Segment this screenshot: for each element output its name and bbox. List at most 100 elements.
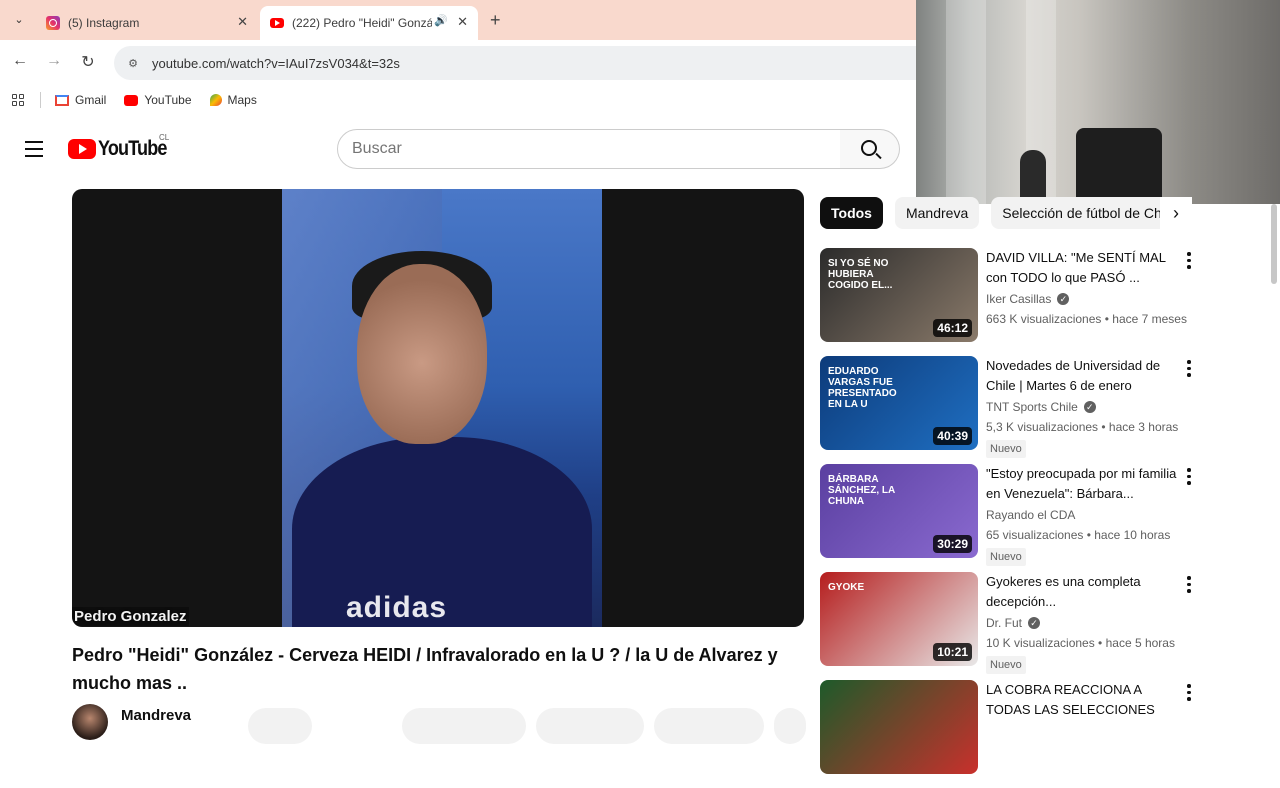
browser-toolbar: ← → ↻ ⚙ youtube.com/watch?v=IAuI7zsV034&… xyxy=(0,40,916,84)
reload-icon[interactable]: ↻ xyxy=(78,52,98,72)
video-title: Pedro "Heidi" González - Cerveza HEIDI /… xyxy=(72,645,778,693)
tab-instagram[interactable]: (5) Instagram ✕ xyxy=(36,6,258,40)
search-input[interactable]: Buscar xyxy=(337,129,841,169)
bookmark-gmail[interactable]: Gmail xyxy=(55,93,106,107)
channel-row: Mandreva xyxy=(72,704,812,744)
more-options-icon[interactable] xyxy=(1186,468,1192,485)
more-options-icon[interactable] xyxy=(1186,576,1192,593)
more-actions-button[interactable] xyxy=(774,708,806,744)
more-options-icon[interactable] xyxy=(1186,684,1192,701)
site-settings-icon[interactable]: ⚙ xyxy=(118,57,148,70)
menu-icon[interactable] xyxy=(25,141,43,162)
recommendations-list: SI YO SÉ NO HUBIERA COGIDO EL... 46:12 DAV… xyxy=(820,248,1210,788)
tab-search-button[interactable]: ⌄ xyxy=(8,8,30,30)
recommendation-title[interactable]: Novedades de Universidad de Chile | Mart… xyxy=(986,356,1182,396)
tab-youtube-video[interactable]: (222) Pedro "Heidi" Gonzále 🔊 ✕ xyxy=(260,6,478,40)
country-code: CL xyxy=(159,133,170,142)
recommendation-title[interactable]: LA COBRA REACCIONA A TODAS LAS SELECCION… xyxy=(986,680,1182,720)
channel-avatar[interactable] xyxy=(72,704,108,740)
share-button[interactable] xyxy=(536,708,644,744)
recommendation-title[interactable]: DAVID VILLA: "Me SENTÍ MAL con TODO lo q… xyxy=(986,248,1182,288)
tab-title: (222) Pedro "Heidi" Gonzále xyxy=(292,16,432,30)
video-duration: 30:29 xyxy=(933,535,972,553)
recommendation-item[interactable]: SI YO SÉ NO HUBIERA COGIDO EL... 46:12 DAV… xyxy=(820,248,1210,352)
thumbnail-text: EDUARDO VARGAS FUE PRESENTADO EN LA U xyxy=(828,366,897,410)
bookmark-maps[interactable]: Maps xyxy=(209,93,257,107)
recommendation-channel[interactable]: Dr. Fut ✓ xyxy=(986,616,1041,630)
more-options-icon[interactable] xyxy=(1186,252,1192,269)
video-thumbnail[interactable]: GYOKE 10:21 xyxy=(820,572,978,666)
video-caption: Pedro Gonzalez xyxy=(72,607,189,626)
new-badge: Nuevo xyxy=(986,440,1026,458)
channel-name: TNT Sports Chile xyxy=(986,400,1078,414)
more-options-icon[interactable] xyxy=(1186,360,1192,377)
verified-check-icon: ✓ xyxy=(1057,293,1070,305)
instagram-icon xyxy=(46,16,60,30)
bookmark-label: Maps xyxy=(227,93,257,107)
browser-tab-strip: ⌄ (5) Instagram ✕ (222) Pedro "Heidi" Go… xyxy=(0,0,916,40)
recommendation-item[interactable]: LA COBRA REACCIONA A TODAS LAS SELECCION… xyxy=(820,680,1210,784)
chip-mandreva[interactable]: Mandreva xyxy=(894,197,980,229)
scrollbar[interactable] xyxy=(1271,204,1277,284)
video-duration: 46:12 xyxy=(933,319,972,337)
bookmark-label: YouTube xyxy=(144,93,192,107)
bookmark-youtube[interactable]: YouTube xyxy=(124,93,192,107)
recommendation-meta: 5,3 K visualizaciones • hace 3 horas xyxy=(986,420,1179,434)
thumbnail-text: SI YO SÉ NO HUBIERA COGIDO EL... xyxy=(828,258,893,291)
filter-chips: Todos Mandreva Selección de fútbol de Ch… xyxy=(820,197,1160,229)
thumbnail-text: BÁRBARA SÁNCHEZ, LA CHUNA xyxy=(828,474,895,507)
address-bar[interactable]: ⚙ youtube.com/watch?v=IAuI7zsV034&t=32s xyxy=(114,46,916,80)
recommendation-channel[interactable]: TNT Sports Chile ✓ xyxy=(986,400,1096,414)
recommendation-item[interactable]: EDUARDO VARGAS FUE PRESENTADO EN LA U 40:… xyxy=(820,356,1210,460)
notification-button[interactable] xyxy=(248,708,312,744)
divider xyxy=(40,92,41,108)
recommendation-meta: 10 K visualizaciones • hace 5 horas xyxy=(986,636,1175,650)
youtube-logo[interactable]: YouTube CL xyxy=(68,133,178,161)
chip-todos[interactable]: Todos xyxy=(820,197,883,229)
youtube-play-icon xyxy=(68,139,96,159)
person-head xyxy=(357,264,487,444)
search-button[interactable] xyxy=(840,129,900,169)
youtube-icon xyxy=(124,94,139,106)
thumbnail-text: GYOKE xyxy=(828,582,865,593)
video-duration: 40:39 xyxy=(933,427,972,445)
close-tab-icon[interactable]: ✕ xyxy=(457,14,468,30)
gmail-icon xyxy=(55,94,69,106)
speaker-icon[interactable]: 🔊 xyxy=(434,14,448,27)
tab-title: (5) Instagram xyxy=(68,16,140,30)
recommendation-meta: 65 visualizaciones • hace 10 horas xyxy=(986,528,1171,542)
new-badge: Nuevo xyxy=(986,548,1026,566)
recommendation-channel[interactable]: Iker Casillas ✓ xyxy=(986,292,1070,306)
forward-arrow-icon[interactable]: → xyxy=(44,52,64,70)
new-tab-button[interactable]: + xyxy=(490,10,501,31)
bookmark-label: Gmail xyxy=(75,93,107,107)
channel-name: Dr. Fut xyxy=(986,616,1023,630)
close-tab-icon[interactable]: ✕ xyxy=(237,14,248,30)
video-thumbnail[interactable]: EDUARDO VARGAS FUE PRESENTADO EN LA U 40:… xyxy=(820,356,978,450)
recommendation-title[interactable]: Gyokeres es una completa decepción... xyxy=(986,572,1182,612)
video-thumbnail[interactable] xyxy=(820,680,978,774)
url-text[interactable]: youtube.com/watch?v=IAuI7zsV034&t=32s xyxy=(152,56,400,71)
video-thumbnail[interactable]: BÁRBARA SÁNCHEZ, LA CHUNA 30:29 xyxy=(820,464,978,558)
chevron-right-icon[interactable]: › xyxy=(1160,197,1192,229)
apps-grid-icon[interactable] xyxy=(12,94,24,106)
recommendation-title[interactable]: "Estoy preocupada por mi familia en Vene… xyxy=(986,464,1182,504)
channel-name[interactable]: Mandreva xyxy=(121,707,191,724)
verified-check-icon: ✓ xyxy=(1028,617,1041,629)
chip-seleccion-chile[interactable]: Selección de fútbol de Chile xyxy=(991,197,1160,229)
video-duration: 10:21 xyxy=(933,643,972,661)
recommendation-item[interactable]: BÁRBARA SÁNCHEZ, LA CHUNA 30:29 "Estoy pre… xyxy=(820,464,1210,568)
video-player[interactable]: adidas Pedro Gonzalez xyxy=(72,189,804,627)
recommendation-meta: 663 K visualizaciones • hace 7 meses xyxy=(986,312,1187,326)
shirt-logo: adidas xyxy=(346,591,448,624)
video-thumbnail[interactable]: SI YO SÉ NO HUBIERA COGIDO EL... 46:12 xyxy=(820,248,978,342)
save-button[interactable] xyxy=(654,708,764,744)
like-dislike-button[interactable] xyxy=(402,708,526,744)
back-arrow-icon[interactable]: ← xyxy=(10,52,30,70)
verified-check-icon: ✓ xyxy=(1083,401,1096,413)
recommendation-channel[interactable]: Rayando el CDA xyxy=(986,508,1075,522)
webcam-overlay xyxy=(916,0,1280,204)
recommendation-item[interactable]: GYOKE 10:21 Gyokeres es una completa decep… xyxy=(820,572,1210,676)
bookmarks-bar: Gmail YouTube Maps xyxy=(0,84,916,116)
youtube-icon xyxy=(270,18,284,28)
